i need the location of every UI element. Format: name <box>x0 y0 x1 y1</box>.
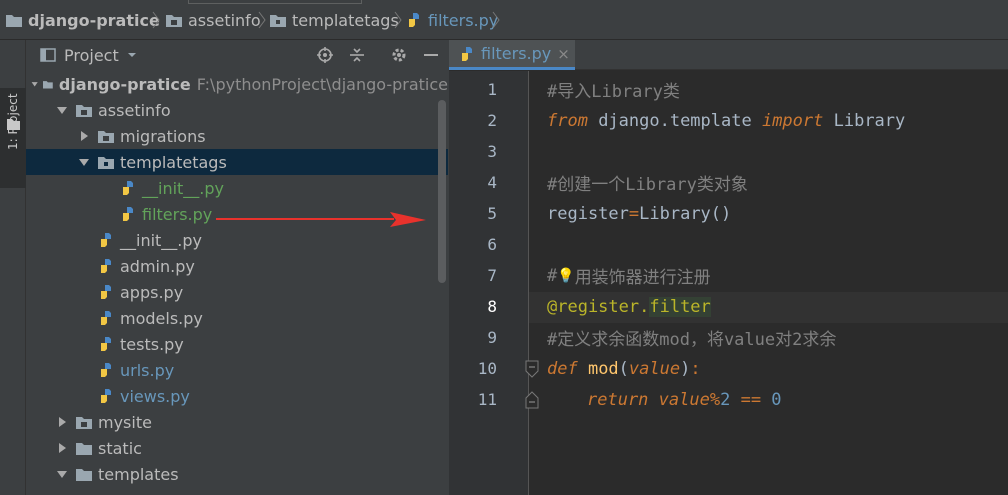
hide-panel-icon[interactable] <box>422 46 440 64</box>
breadcrumb-file[interactable]: filters.py <box>406 9 498 31</box>
expanded-arrow-icon[interactable] <box>56 104 68 116</box>
collapsed-arrow-icon[interactable] <box>78 130 90 142</box>
breadcrumb-app[interactable]: assetinfo <box>166 9 261 31</box>
code-line-8: @register. filter <box>547 296 711 317</box>
project-panel: Project django-pratice F:\pythonProject\… <box>26 40 448 495</box>
code-line-2: from django.template import Library <box>547 110 906 131</box>
code-editor: filters.py × 1 2 3 4 5 6 7 8 9 10 11 #导入… <box>449 40 1008 495</box>
collapse-all-icon[interactable] <box>348 46 366 64</box>
annotation-arrow <box>216 212 426 227</box>
line-number: 3 <box>487 142 497 161</box>
navigation-bar: django-pratice assetinfo templatetags fi… <box>0 0 1008 40</box>
editor-tab-bar: filters.py × <box>449 40 1008 70</box>
hidden-tab-outline <box>188 0 362 4</box>
tree-item-templatetags[interactable]: templatetags <box>26 149 448 175</box>
folder-icon <box>76 442 92 455</box>
locate-icon[interactable] <box>316 46 334 64</box>
tree-item-templates[interactable]: templates <box>26 461 448 487</box>
folder-icon <box>76 104 92 117</box>
python-file-icon <box>101 363 111 377</box>
python-file-icon <box>409 13 419 27</box>
python-file-icon <box>101 259 111 273</box>
code-area[interactable]: #导入Library类 from django.template import … <box>529 71 1008 495</box>
line-number: 6 <box>487 235 497 254</box>
python-file-icon <box>101 285 111 299</box>
folder-icon <box>76 468 92 481</box>
code-line-4: #创建一个Library类对象 <box>547 175 748 195</box>
package-folder-icon <box>270 14 286 27</box>
line-number: 7 <box>487 266 497 285</box>
tree-item-urls[interactable]: urls.py <box>26 357 448 383</box>
folder-icon <box>98 130 114 143</box>
python-file-icon <box>123 181 133 195</box>
tree-item-templatetags-init[interactable]: __init__.py <box>26 175 448 201</box>
code-line-1: #导入Library类 <box>547 82 680 102</box>
code-line-5: register = Library() <box>547 203 732 224</box>
tree-item-init[interactable]: __init__.py <box>26 227 448 253</box>
tree-item-assetinfo[interactable]: assetinfo <box>26 97 448 123</box>
line-number: 8 <box>487 297 497 316</box>
tree-item-root[interactable]: django-pratice F:\pythonProject\django-p… <box>26 71 448 97</box>
project-view-selector[interactable]: Project <box>64 46 119 65</box>
chevron-right-icon <box>152 11 160 29</box>
line-number-gutter: 1 2 3 4 5 6 7 8 9 10 11 <box>449 71 539 495</box>
breadcrumb-package[interactable]: templatetags <box>270 9 399 31</box>
gear-icon[interactable] <box>390 46 408 64</box>
line-number: 11 <box>477 390 497 409</box>
lightbulb-icon[interactable]: 💡 <box>557 268 574 284</box>
chevron-down-icon[interactable] <box>127 50 137 60</box>
line-number: 2 <box>487 111 497 130</box>
line-number: 5 <box>487 204 497 223</box>
line-number: 10 <box>477 359 497 378</box>
project-view-icon <box>40 48 56 62</box>
code-line-11: return value% 2 == 0 <box>587 389 782 410</box>
tree-item-static[interactable]: static <box>26 435 448 461</box>
tree-item-mysite[interactable]: mysite <box>26 409 448 435</box>
line-number: 9 <box>487 328 497 347</box>
tree-item-tests[interactable]: tests.py <box>26 331 448 357</box>
tab-filters[interactable]: filters.py × <box>449 40 575 70</box>
tree-item-apps[interactable]: apps.py <box>26 279 448 305</box>
chevron-right-icon <box>394 11 402 29</box>
chevron-right-icon <box>258 11 266 29</box>
expanded-arrow-icon[interactable] <box>31 78 38 90</box>
folder-icon <box>76 416 92 429</box>
breadcrumb-project[interactable]: django-pratice <box>6 9 160 31</box>
code-line-7: # 💡 用装饰器进行注册 <box>547 265 711 289</box>
folder-icon <box>166 14 182 27</box>
folder-icon <box>43 80 53 88</box>
line-number: 4 <box>487 173 497 192</box>
expanded-arrow-icon[interactable] <box>78 156 90 168</box>
close-icon[interactable]: × <box>557 45 570 63</box>
python-file-icon <box>123 207 133 221</box>
tree-item-admin[interactable]: admin.py <box>26 253 448 279</box>
folder-icon <box>6 14 22 27</box>
collapsed-arrow-icon[interactable] <box>56 442 68 454</box>
tree-item-migrations[interactable]: migrations <box>26 123 448 149</box>
package-folder-icon <box>98 156 114 169</box>
python-file-icon <box>101 311 111 325</box>
folder-icon <box>7 119 20 130</box>
project-panel-header: Project <box>26 40 448 70</box>
tree-item-views[interactable]: views.py <box>26 383 448 409</box>
tree-item-models[interactable]: models.py <box>26 305 448 331</box>
python-file-icon <box>462 46 472 61</box>
python-file-icon <box>101 233 111 247</box>
python-file-icon <box>101 389 111 403</box>
line-number: 1 <box>487 80 497 99</box>
tool-window-stripe: 1: Project <box>0 40 26 495</box>
collapsed-arrow-icon[interactable] <box>56 416 68 428</box>
code-line-9: #定义求余函数mod，将value对2求余 <box>547 330 837 350</box>
python-file-icon <box>101 337 111 351</box>
expanded-arrow-icon[interactable] <box>56 468 68 480</box>
code-line-10: def mod(value): <box>547 358 701 379</box>
chevron-right-icon <box>492 11 500 29</box>
tree-scrollbar[interactable] <box>438 100 446 283</box>
